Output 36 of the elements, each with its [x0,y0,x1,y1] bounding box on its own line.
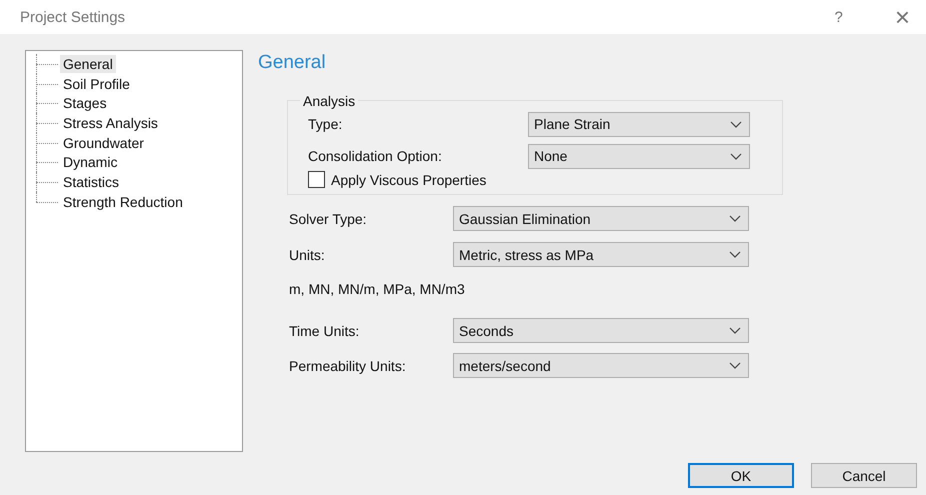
dropdown[interactable]: Metric, stress as MPa [453,242,749,267]
window-title: Project Settings [20,8,126,26]
field-label: Time Units: [289,322,360,338]
field-label: Type: [307,116,344,132]
tree-item[interactable]: Statistics [60,172,122,191]
close-button[interactable]: × [894,4,910,30]
chevron-down-icon [730,120,742,128]
dropdown[interactable]: Gaussian Elimination [453,206,749,231]
checkbox-label: Apply Viscous Properties [331,172,486,188]
field-label: Units: [289,246,326,262]
cancel-button[interactable]: Cancel [811,463,917,488]
field-label: Consolidation Option: [307,148,443,164]
dropdown[interactable]: Plane Strain [528,112,750,136]
chevron-down-icon [729,215,741,222]
checkbox[interactable] [308,171,325,188]
chevron-down-icon [730,152,742,160]
dropdown[interactable]: Seconds [453,318,749,343]
tree-item[interactable]: Groundwater [60,134,147,152]
field-label: Solver Type: [289,210,368,226]
tree-item[interactable]: Stress Analysis [60,114,161,132]
chevron-down-icon [729,251,741,258]
tree-item[interactable]: Dynamic [60,153,120,172]
dropdown[interactable]: meters/second [453,353,749,378]
chevron-down-icon [729,362,741,369]
tree-item[interactable]: General [60,54,116,73]
dropdown[interactable]: None [528,144,750,168]
ok-button[interactable]: OK [688,463,794,488]
group-legend: Analysis [300,93,358,109]
tree-item[interactable]: Stages [60,94,110,112]
chevron-down-icon [729,327,741,334]
help-button[interactable]: ? [834,8,843,26]
units-note: m, MN, MN/m, MPa, MN/m3 [289,281,465,297]
tree-item[interactable]: Strength Reduction [60,192,186,211]
tree-item[interactable]: Soil Profile [60,74,133,93]
section-heading: General [258,52,326,74]
field-label: Permeability Units: [289,358,407,374]
